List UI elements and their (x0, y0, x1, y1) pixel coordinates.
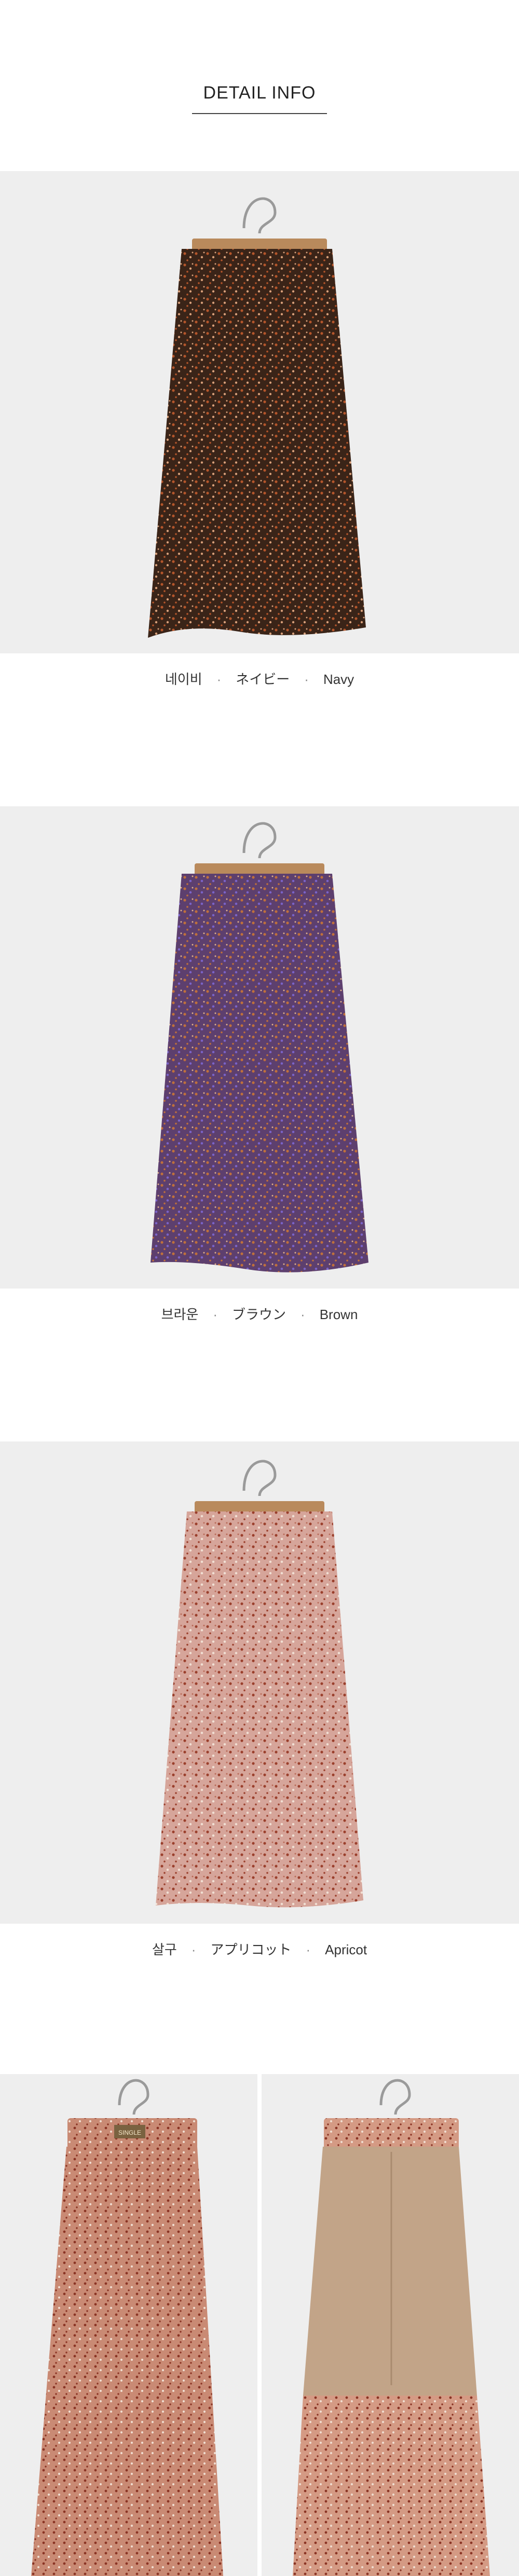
variant-caption-apricot: 살구 · アプリコット · Apricot (0, 1939, 519, 1958)
page-title: DETAIL INFO (203, 83, 316, 103)
separator-dot: · (216, 671, 222, 687)
skirt-lining-illustration (293, 2079, 490, 2576)
separator-dot: · (191, 1942, 196, 1957)
brand-tag-label: SINGLE (118, 2129, 141, 2136)
detail-lining-photo (262, 2074, 519, 2576)
variant-caption-navy: 네이비 · ネイビー · Navy (0, 669, 519, 688)
separator-dot: · (213, 1307, 218, 1322)
detail-header: DETAIL INFO (0, 0, 519, 171)
separator-dot: · (306, 1942, 311, 1957)
title-underline (192, 113, 327, 114)
variant-caption-brown: 브라운 · ブラウン · Brown (0, 1304, 519, 1323)
skirt-illustration (148, 197, 366, 638)
variant-name-kr: 살구 (152, 1942, 177, 1957)
product-photo-navy (0, 171, 519, 653)
separator-dot: · (301, 1307, 305, 1322)
detail-shots: SINGLE (0, 2074, 519, 2576)
product-photo-apricot (0, 1441, 519, 1924)
skirt-illustration (151, 822, 368, 1272)
detail-front-photo: SINGLE (0, 2074, 257, 2576)
variant-name-jp: ネイビー (236, 671, 290, 687)
variant-name-jp: ブラウン (232, 1307, 286, 1322)
variant-name-jp: アプリコット (210, 1942, 292, 1957)
separator-dot: · (304, 671, 309, 687)
skirt-front-illustration: SINGLE (31, 2079, 223, 2576)
skirt-illustration (156, 1460, 363, 1908)
product-photo-brown (0, 806, 519, 1289)
variant-name-en: Apricot (325, 1942, 367, 1957)
variant-name-en: Brown (319, 1307, 358, 1322)
variant-name-kr: 네이비 (165, 671, 202, 687)
variant-name-kr: 브라운 (161, 1307, 199, 1322)
variant-name-en: Navy (323, 671, 354, 687)
